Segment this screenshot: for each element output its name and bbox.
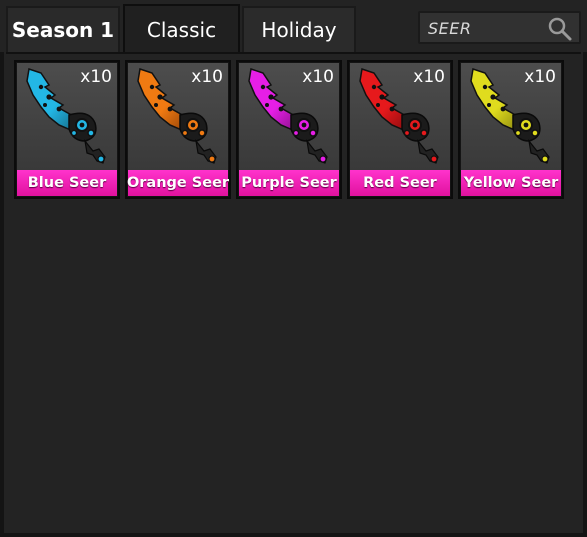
item-quantity: x10 <box>413 67 445 87</box>
tab-bar: Season 1 Classic Holiday SEER <box>0 0 587 54</box>
item-name: Yellow Seer <box>461 170 561 196</box>
item-quantity: x10 <box>524 67 556 87</box>
item-card[interactable]: x10 Yellow Seer <box>458 60 564 199</box>
item-quantity: x10 <box>302 67 334 87</box>
item-card[interactable]: x10 Blue Seer <box>14 60 120 199</box>
item-name: Orange Seer <box>127 170 229 196</box>
item-card[interactable]: x10 Red Seer <box>347 60 453 199</box>
item-quantity: x10 <box>191 67 223 87</box>
search-input[interactable]: SEER <box>428 19 472 38</box>
item-image: x10 <box>17 63 117 170</box>
item-card[interactable]: x10 Orange Seer <box>125 60 231 199</box>
item-name: Purple Seer <box>239 170 339 196</box>
search-box[interactable]: SEER <box>418 11 581 44</box>
tab-holiday[interactable]: Holiday <box>242 6 356 52</box>
search-icon[interactable] <box>547 16 573 42</box>
tab-classic[interactable]: Classic <box>123 4 240 54</box>
item-image: x10 <box>461 63 561 170</box>
item-name: Red Seer <box>350 170 450 196</box>
item-image: x10 <box>350 63 450 170</box>
item-grid: x10 Blue Seer x10 Orange Seer x10 Purple… <box>6 52 581 533</box>
tab-season-1[interactable]: Season 1 <box>6 6 120 52</box>
item-card[interactable]: x10 Purple Seer <box>236 60 342 199</box>
item-quantity: x10 <box>80 67 112 87</box>
item-name: Blue Seer <box>17 170 117 196</box>
item-image: x10 <box>239 63 339 170</box>
item-image: x10 <box>128 63 228 170</box>
